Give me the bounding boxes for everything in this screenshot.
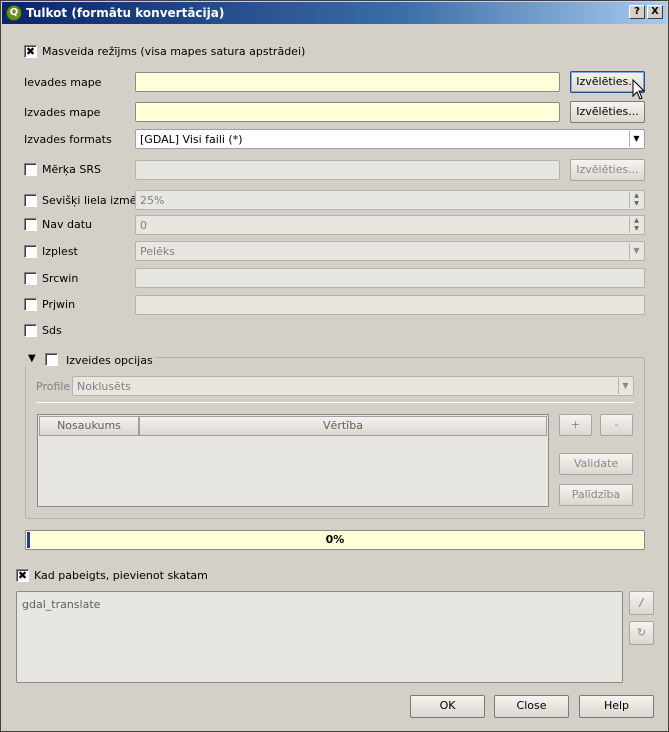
nodata-value: 0 <box>140 219 147 232</box>
spin-up-icon[interactable]: ▲ <box>629 192 643 200</box>
window-title: Tulkot (formātu konvertācija) <box>26 6 225 20</box>
progress-fill <box>27 532 30 548</box>
outsize-spinbox[interactable]: 25% ▲ ▼ <box>135 190 645 210</box>
close-button[interactable]: Close <box>494 695 569 718</box>
collapse-triangle-icon[interactable]: ▼ <box>28 353 36 364</box>
profile-value: Noklusēts <box>77 380 131 393</box>
prjwin-checkbox[interactable] <box>24 298 37 311</box>
outsize-checkbox[interactable] <box>24 194 37 207</box>
nodata-label: Nav datu <box>42 218 92 231</box>
batch-mode-checkbox[interactable]: ✖ <box>24 45 37 58</box>
target-srs-field[interactable] <box>135 160 560 180</box>
srcwin-label: Srcwin <box>42 272 79 285</box>
prjwin-field[interactable] <box>135 295 645 315</box>
command-text-area[interactable]: gdal_translate <box>16 591 623 683</box>
load-into-canvas-label: Kad pabeigts, pievienot skatam <box>34 569 208 582</box>
options-help-button[interactable]: Palīdzība <box>559 484 633 506</box>
mouse-cursor-icon <box>632 79 646 100</box>
outsize-label: Sevišķi liela izmēr <box>42 194 141 207</box>
expand-select[interactable]: Pelēks ▼ <box>135 241 645 261</box>
output-format-select[interactable]: [GDAL] Visi faili (*) ▼ <box>135 129 645 149</box>
load-into-canvas-checkbox[interactable]: ✖ <box>16 569 29 582</box>
input-dir-label: Ievades mape <box>24 76 102 89</box>
ok-button[interactable]: OK <box>410 695 485 718</box>
remove-option-button[interactable]: - <box>600 414 633 436</box>
creation-options-label: Izveides opcijas <box>66 354 153 367</box>
spin-down-icon[interactable]: ▼ <box>629 225 643 233</box>
srcwin-field[interactable] <box>135 268 645 288</box>
sds-label: Sds <box>42 324 62 337</box>
close-window-button[interactable]: X <box>647 5 663 19</box>
help-title-button[interactable]: ? <box>629 5 645 19</box>
chevron-down-icon: ▼ <box>629 243 643 259</box>
column-header-value[interactable]: Vērtība <box>139 416 547 436</box>
output-dir-browse-button[interactable]: Izvēlēties... <box>570 101 645 123</box>
chevron-down-icon: ▼ <box>629 131 643 147</box>
expand-label: Izplest <box>42 245 78 258</box>
validate-button[interactable]: Validate <box>559 453 633 475</box>
profile-label: Profile <box>36 380 71 393</box>
batch-mode-label: Masveida režījms (visa mapes satura apst… <box>42 45 306 58</box>
chevron-down-icon: ▼ <box>618 378 632 394</box>
prjwin-label: Prjwin <box>42 298 76 311</box>
sds-checkbox[interactable] <box>24 324 37 337</box>
spin-up-icon[interactable]: ▲ <box>629 217 643 225</box>
profile-select[interactable]: Noklusēts ▼ <box>72 376 634 396</box>
progress-text: 0% <box>325 533 345 546</box>
expand-checkbox[interactable] <box>24 245 37 258</box>
outsize-value: 25% <box>140 194 165 207</box>
profile-separator <box>36 402 634 403</box>
reset-icon: ↻ <box>636 626 647 639</box>
pencil-icon: / <box>639 596 644 609</box>
output-format-value: [GDAL] Visi faili (*) <box>140 133 243 146</box>
srcwin-checkbox[interactable] <box>24 272 37 285</box>
nodata-spinbox[interactable]: 0 ▲ ▼ <box>135 215 645 235</box>
edit-command-button[interactable]: / <box>629 591 654 615</box>
title-bar: Q Tulkot (formātu konvertācija) ? X <box>2 2 667 24</box>
reset-command-button[interactable]: ↻ <box>629 621 654 645</box>
nodata-checkbox[interactable] <box>24 218 37 231</box>
help-button[interactable]: Help <box>579 695 654 718</box>
translate-dialog: Q Tulkot (formātu konvertācija) ? X ✖ Ma… <box>0 0 669 732</box>
column-header-name[interactable]: Nosaukums <box>39 416 139 436</box>
output-dir-label: Izvades mape <box>24 106 101 119</box>
target-srs-checkbox[interactable] <box>24 163 37 176</box>
expand-value: Pelēks <box>140 245 175 258</box>
command-text: gdal_translate <box>22 598 101 611</box>
output-format-label: Izvades formats <box>24 133 112 146</box>
creation-options-checkbox[interactable] <box>45 353 58 366</box>
progress-bar: 0% <box>25 530 645 550</box>
input-dir-field[interactable] <box>135 72 560 92</box>
qgis-logo-icon: Q <box>6 5 22 21</box>
target-srs-label: Mērķa SRS <box>42 163 101 176</box>
output-dir-field[interactable] <box>135 102 560 122</box>
target-srs-browse-button[interactable]: Izvēlēties... <box>570 159 645 181</box>
options-table[interactable]: Nosaukums Vērtība <box>37 414 549 507</box>
add-option-button[interactable]: + <box>559 414 592 436</box>
spin-down-icon[interactable]: ▼ <box>629 200 643 208</box>
